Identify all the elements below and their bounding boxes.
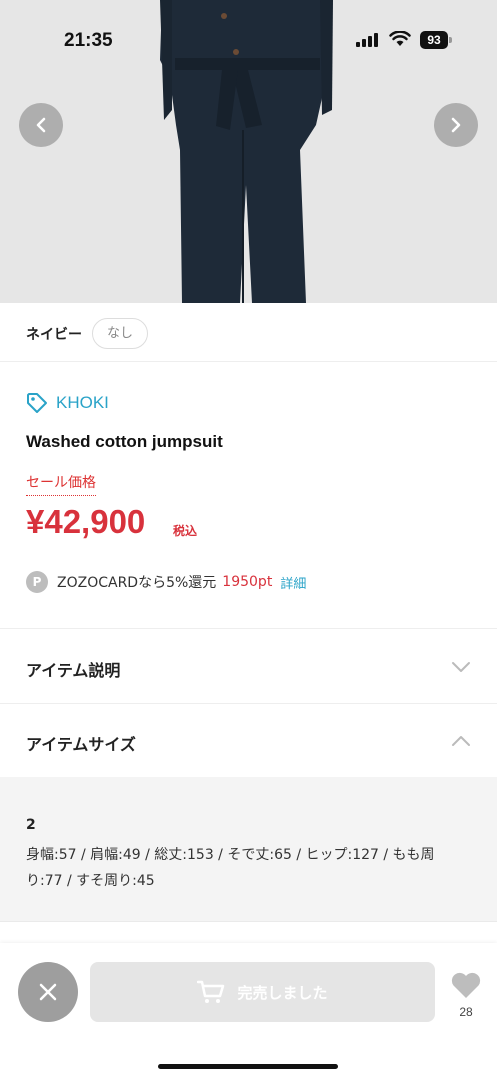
home-indicator [158,1064,338,1069]
size-detail-panel: 2 身幅:57 / 肩幅:49 / 総丈:153 / そで丈:65 / ヒップ:… [0,777,497,921]
close-button[interactable] [18,962,78,1022]
item-description-section[interactable]: アイテム説明 [0,628,497,703]
item-size-section[interactable]: アイテムサイズ [0,703,497,777]
brand-name: KHOKI [56,393,109,412]
previous-image-button[interactable] [19,103,63,147]
close-icon [39,983,57,1001]
item-description-label: アイテム説明 [26,661,121,680]
item-size-label: アイテムサイズ [26,735,136,754]
soldout-label: 完売しました [237,983,328,1002]
product-price: ¥42,900 [26,503,146,540]
points-value: 1950pt [222,574,273,590]
bottom-action-bar: 完売しました 28 [0,943,497,1080]
product-title: Washed cotton jumpsuit [26,432,223,451]
wifi-icon [389,31,411,46]
product-image-carousel[interactable]: 21:35 93 [0,0,497,303]
status-bar: 21:35 93 [0,0,497,80]
heart-icon [451,972,481,998]
sale-label: セール価格 [26,472,96,496]
tax-label: 税込 [173,524,198,538]
chevron-up-icon [452,736,470,746]
status-time: 21:35 [64,30,113,51]
cart-icon [197,980,225,1003]
stock-chip[interactable]: なし [92,318,148,349]
favorite-count: 28 [459,1005,473,1019]
battery-indicator: 93 [420,31,448,49]
color-name: ネイビー [26,327,82,343]
points-detail-link[interactable]: 詳細 [280,573,306,592]
next-image-button[interactable] [434,103,478,147]
favorite-button[interactable]: 28 [448,971,484,1019]
brand-link[interactable]: KHOKI [26,390,109,416]
size-measurements: 身幅:57 / 肩幅:49 / 総丈:153 / そで丈:65 / ヒップ:12… [26,847,435,889]
chevron-left-icon [36,117,46,133]
chevron-down-icon [452,662,470,672]
color-selector-row: ネイビー なし [0,303,497,362]
signal-icon [356,33,378,47]
battery-tip [449,37,452,43]
divider [0,921,497,922]
points-icon: P [26,571,48,593]
size-number: 2 [26,817,36,833]
points-text: ZOZOCARDなら5%還元 [57,575,217,591]
points-info: P ZOZOCARDなら5%還元 1950pt 詳細 [26,570,306,594]
soldout-button[interactable]: 完売しました [90,962,435,1022]
chevron-right-icon [451,117,461,133]
tag-icon [27,393,47,413]
